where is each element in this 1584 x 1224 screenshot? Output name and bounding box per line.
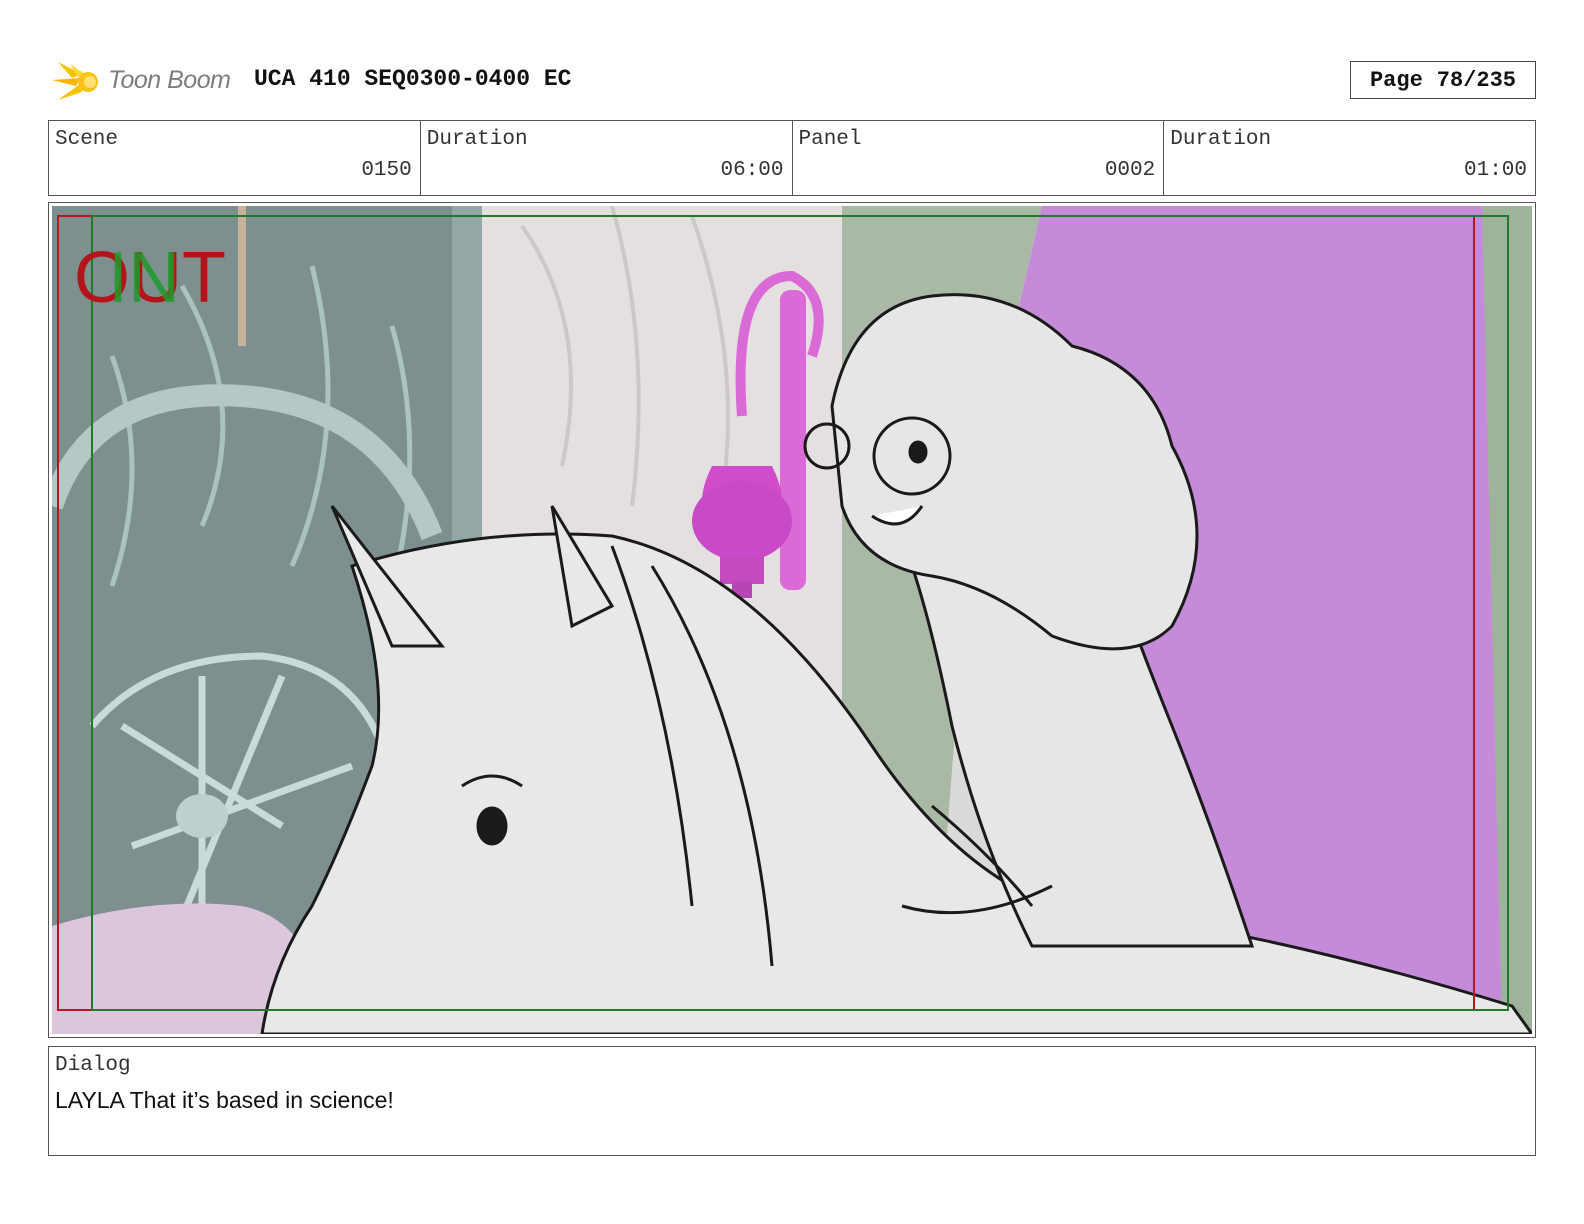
scene-duration-label: Duration xyxy=(426,128,528,151)
panel-duration-cell: Duration 01:00 xyxy=(1164,121,1535,195)
scene-label: Scene xyxy=(55,128,119,151)
page-label: Page xyxy=(1369,67,1423,93)
dialog-text: LAYLA That it’s based in science! xyxy=(55,1087,394,1113)
in-label: IN xyxy=(108,238,180,318)
panel-value: 0002 xyxy=(1104,159,1156,182)
project-title: UCA 410 SEQ0300-0400 EC xyxy=(254,66,572,92)
storyboard-panel-image: OUT IN xyxy=(52,206,1532,1034)
scene-value: 0150 xyxy=(361,159,412,182)
sunburst-icon xyxy=(52,62,98,100)
panel-duration-label: Duration xyxy=(1170,128,1272,151)
page-indicator: Page 78/235 xyxy=(1350,61,1536,99)
scene-duration-cell: Duration 06:00 xyxy=(421,121,793,195)
panel-label: Panel xyxy=(798,128,862,151)
scene-cell: Scene 0150 xyxy=(49,121,421,195)
panel-cell: Panel 0002 xyxy=(793,121,1165,195)
panel-duration-value: 01:00 xyxy=(1463,159,1527,182)
storyboard-header: Toon Boom UCA 410 SEQ0300-0400 EC Page 7… xyxy=(48,52,1536,108)
scene-duration-value: 06:00 xyxy=(720,159,784,182)
page-value: 78/235 xyxy=(1436,67,1517,93)
panel-illustration: OUT IN xyxy=(52,206,1532,1034)
logo-text: Toon Boom xyxy=(108,66,231,94)
dialog-box: Dialog LAYLA That it’s based in science! xyxy=(48,1046,1536,1156)
scene-info-table: Scene 0150 Duration 06:00 Panel 0002 Dur… xyxy=(48,120,1536,196)
toon-boom-logo: Toon Boom xyxy=(52,56,242,106)
dialog-label: Dialog xyxy=(55,1054,131,1077)
